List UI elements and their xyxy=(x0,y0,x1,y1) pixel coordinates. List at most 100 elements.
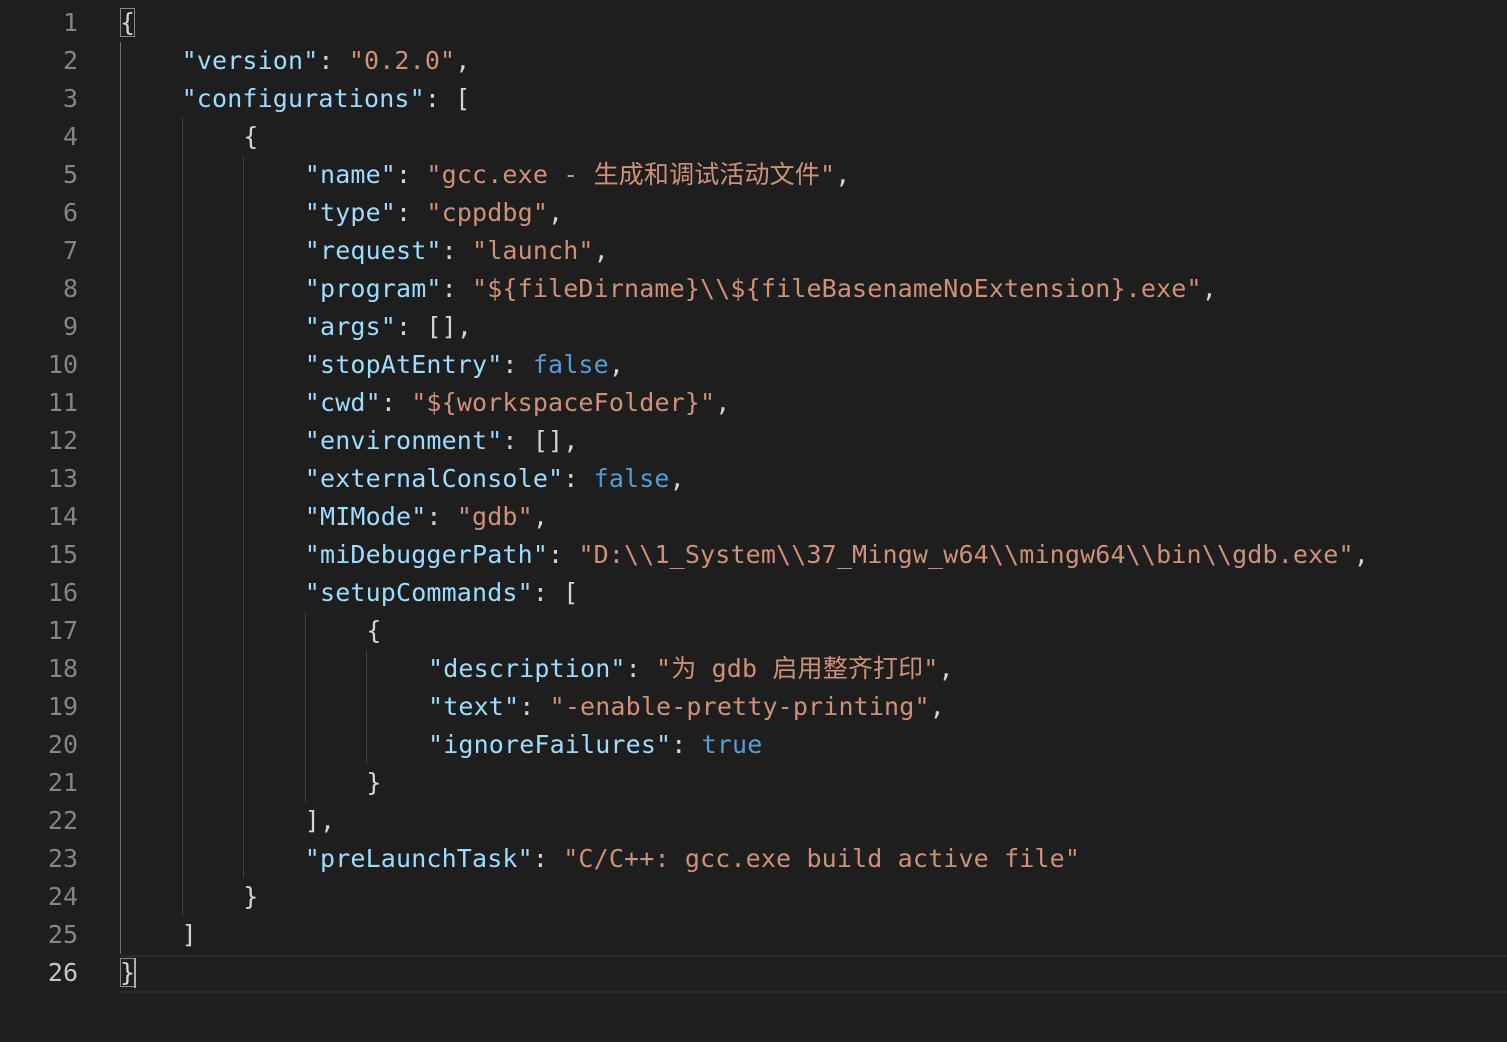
json-key: "description" xyxy=(428,654,626,683)
line-number: 16 xyxy=(47,578,78,607)
json-key: "preLaunchTask" xyxy=(304,844,533,873)
line-number: 22 xyxy=(47,806,78,835)
code-area[interactable]: {"version": "0.2.0", "configurations": [{… xyxy=(120,4,1507,992)
code-line[interactable]: "version": "0.2.0", xyxy=(120,42,1507,80)
json-punctuation: , xyxy=(929,692,945,721)
line-number: 26 xyxy=(47,958,78,987)
json-punctuation: : xyxy=(563,464,594,493)
json-key: "version" xyxy=(181,46,319,75)
json-punctuation: , xyxy=(835,160,851,189)
code-line[interactable]: "stopAtEntry": false, xyxy=(120,346,1507,384)
code-line[interactable]: "program": "${fileDirname}\\${fileBasena… xyxy=(120,270,1507,308)
json-string: "${workspaceFolder}" xyxy=(411,388,716,417)
json-punctuation: : xyxy=(548,540,579,569)
json-punctuation: , xyxy=(608,350,625,379)
indent-guide xyxy=(366,650,368,764)
line-number: 15 xyxy=(47,540,78,569)
json-punctuation: : [], xyxy=(502,426,579,455)
json-punctuation: : xyxy=(318,46,349,75)
json-key: "externalConsole" xyxy=(304,464,564,493)
code-line[interactable]: ] xyxy=(120,916,1507,954)
code-line[interactable]: "environment": [], xyxy=(120,422,1507,460)
json-punctuation: : xyxy=(519,692,550,721)
json-punctuation: , xyxy=(532,502,549,531)
json-key: "args" xyxy=(304,312,397,341)
code-line[interactable]: "args": [], xyxy=(120,308,1507,346)
code-editor[interactable]: 1 2 3 4 5 6 7 8 9 10 11 12 13 14 15 16 17 18 19 20 21 22 23 24 2… xyxy=(0,0,1507,1042)
json-punctuation: : [ xyxy=(424,84,471,113)
json-key: "request" xyxy=(304,236,442,265)
json-punctuation: : xyxy=(625,654,657,683)
code-line[interactable]: { xyxy=(120,612,1507,650)
json-key: "type" xyxy=(304,198,397,227)
json-key: "program" xyxy=(304,274,442,303)
json-key: "cwd" xyxy=(304,388,381,417)
json-string: "为 gdb 启用整齐打印" xyxy=(656,654,939,683)
code-line[interactable]: "configurations": [ xyxy=(120,80,1507,118)
code-line[interactable]: "name": "gcc.exe - 生成和调试活动文件", xyxy=(120,156,1507,194)
line-number: 25 xyxy=(47,920,78,949)
line-number-gutter: 1 2 3 4 5 6 7 8 9 10 11 12 13 14 15 16 17 18 19 20 21 22 23 24 2… xyxy=(0,4,78,992)
text-cursor xyxy=(134,958,136,988)
line-number: 21 xyxy=(47,768,78,797)
code-line[interactable]: "description": "为 gdb 启用整齐打印", xyxy=(120,650,1507,688)
json-punctuation: : xyxy=(441,274,473,303)
json-punctuation: , xyxy=(938,654,954,683)
code-line[interactable]: "setupCommands": [ xyxy=(120,574,1507,612)
json-punctuation: , xyxy=(1353,540,1369,569)
json-punctuation: { xyxy=(120,8,136,37)
code-line[interactable]: "type": "cppdbg", xyxy=(120,194,1507,232)
json-literal: false xyxy=(593,464,670,493)
json-punctuation: : xyxy=(671,730,702,759)
line-number: 14 xyxy=(47,502,78,531)
json-key: "name" xyxy=(304,160,397,189)
code-line[interactable]: "MIMode": "gdb", xyxy=(120,498,1507,536)
json-punctuation: : xyxy=(441,236,473,265)
line-number: 12 xyxy=(47,426,78,455)
json-key: "ignoreFailures" xyxy=(428,730,672,759)
code-line[interactable]: ], xyxy=(120,802,1507,840)
code-line[interactable]: { xyxy=(120,118,1507,156)
line-number: 8 xyxy=(62,274,78,303)
line-number: 19 xyxy=(47,692,78,721)
code-line[interactable]: "preLaunchTask": "C/C++: gcc.exe build a… xyxy=(120,840,1507,878)
json-punctuation: : xyxy=(426,502,457,531)
json-string: "0.2.0" xyxy=(348,46,456,75)
code-line[interactable]: "ignoreFailures": true xyxy=(120,726,1507,764)
indent-guide xyxy=(304,612,306,802)
json-punctuation: , xyxy=(669,464,685,493)
code-line[interactable]: "externalConsole": false, xyxy=(120,460,1507,498)
line-number: 20 xyxy=(47,730,78,759)
json-string: "gdb" xyxy=(456,502,533,531)
code-line[interactable]: "text": "-enable-pretty-printing", xyxy=(120,688,1507,726)
json-literal: false xyxy=(532,350,609,379)
json-punctuation: ] xyxy=(181,920,197,949)
code-line[interactable]: { xyxy=(120,4,1507,42)
json-punctuation: { xyxy=(366,616,382,645)
json-key: "text" xyxy=(428,692,520,721)
json-key: "stopAtEntry" xyxy=(304,350,503,379)
json-punctuation: , xyxy=(455,46,471,75)
line-number: 2 xyxy=(62,46,78,75)
json-punctuation: , xyxy=(715,388,731,417)
line-number: 3 xyxy=(62,84,78,113)
line-number: 5 xyxy=(62,160,78,189)
json-punctuation: { xyxy=(243,122,259,151)
json-punctuation: : xyxy=(396,160,427,189)
code-line[interactable]: } xyxy=(120,878,1507,916)
json-punctuation: : xyxy=(532,844,564,873)
json-string: "D:\\1_System\\37_Mingw_w64\\mingw64\\bi… xyxy=(578,540,1354,569)
code-line[interactable]: "miDebuggerPath": "D:\\1_System\\37_Ming… xyxy=(120,536,1507,574)
line-number: 13 xyxy=(47,464,78,493)
json-key: "MIMode" xyxy=(304,502,427,531)
json-punctuation: } xyxy=(243,882,259,911)
json-punctuation: } xyxy=(366,768,382,797)
json-punctuation: , xyxy=(1201,274,1217,303)
code-line[interactable]: "request": "launch", xyxy=(120,232,1507,270)
line-number: 4 xyxy=(62,122,78,151)
code-line[interactable]: "cwd": "${workspaceFolder}", xyxy=(120,384,1507,422)
code-line[interactable]: } xyxy=(120,764,1507,802)
line-number: 11 xyxy=(47,388,78,417)
json-key: "setupCommands" xyxy=(304,578,533,607)
line-number: 7 xyxy=(62,236,78,265)
